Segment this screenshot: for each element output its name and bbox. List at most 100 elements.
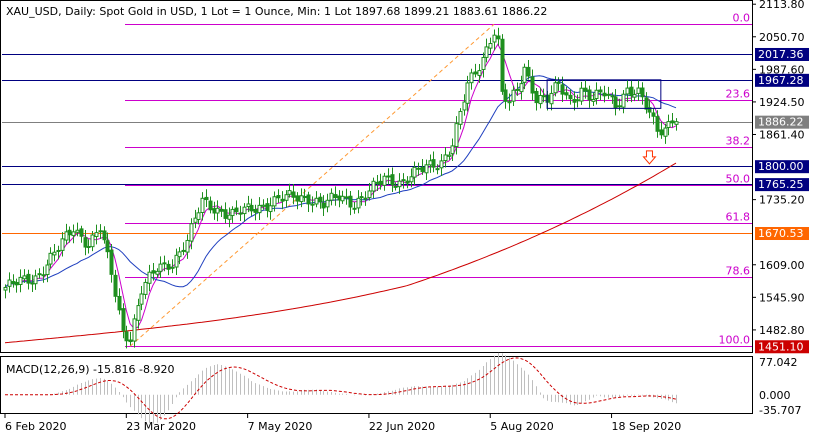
candle-body <box>48 252 53 265</box>
candle-body <box>549 92 554 105</box>
candle-body <box>500 38 505 92</box>
candle-body <box>268 205 273 213</box>
candle-body <box>242 206 247 215</box>
moving-averages-layer <box>4 43 677 344</box>
candle-body <box>613 96 618 108</box>
candle-body <box>492 34 497 43</box>
candle-body <box>204 196 209 201</box>
candle-body <box>261 204 266 207</box>
macd-tick-label: 0.000 <box>759 389 791 402</box>
price-tick-label: 1545.90 <box>759 291 805 304</box>
candle-body <box>416 167 421 170</box>
candle-body <box>291 191 296 198</box>
level-label: 1967.28 <box>758 74 804 87</box>
candle-body <box>625 87 630 95</box>
candle-body <box>621 93 626 108</box>
level-label: 1670.53 <box>758 227 804 240</box>
candle-body <box>208 200 213 211</box>
candle-body <box>67 229 72 236</box>
candle-body <box>75 229 80 233</box>
candle-body <box>363 197 368 200</box>
candle-body <box>560 84 565 95</box>
candle-body <box>230 208 235 217</box>
price-tick-label: 2050.70 <box>759 31 805 44</box>
price-chart: 0.0 23.6 38.2 50.0 61.8 78.6 100.0 2113.80 2050… <box>0 0 809 433</box>
candle-body <box>382 175 387 186</box>
candle-body <box>333 194 338 199</box>
candle-body <box>477 70 482 76</box>
candle-body <box>71 231 76 237</box>
candle-body <box>583 87 588 92</box>
level-label: 1886.22 <box>758 116 804 129</box>
candle-body <box>56 249 61 252</box>
candle-body <box>617 105 622 108</box>
candle-body <box>310 203 315 206</box>
candle-body <box>257 204 262 214</box>
candle-body <box>22 275 27 280</box>
candle-body <box>352 207 357 210</box>
candle-body <box>439 160 444 169</box>
candle-body <box>158 263 163 272</box>
date-axis: 6 Feb 2020 23 Mar 2020 7 May 2020 22 Jun 20… <box>4 414 681 433</box>
candle-body <box>306 194 311 205</box>
candle-body <box>587 89 592 101</box>
candle-body <box>132 318 137 342</box>
candle-body <box>280 198 285 202</box>
candle-body <box>386 175 391 178</box>
candle-body <box>575 99 580 102</box>
candle-body <box>469 72 474 84</box>
candle-body <box>302 196 307 199</box>
date-tick-label: 23 Mar 2020 <box>126 420 196 433</box>
candle-body <box>295 195 300 202</box>
candle-body <box>371 180 376 192</box>
candle-body <box>496 35 501 40</box>
candle-body <box>166 263 171 270</box>
candle-body <box>234 207 239 213</box>
candle-body <box>663 127 668 137</box>
candle-body <box>98 230 103 233</box>
candle-body <box>200 197 205 214</box>
candle-body <box>340 195 345 202</box>
candle-body <box>640 87 645 98</box>
candle-body <box>447 154 452 157</box>
candle-body <box>526 66 531 77</box>
chart-window: 0.0 23.6 38.2 50.0 61.8 78.6 100.0 2113.80 2050… <box>0 0 822 438</box>
candle-body <box>83 237 88 248</box>
candle-body <box>367 190 372 199</box>
candle-body <box>594 89 599 100</box>
candle-body <box>435 168 440 171</box>
candle-body <box>325 199 330 208</box>
candle-body <box>473 71 478 75</box>
candle-body <box>318 196 323 203</box>
candle-body <box>556 81 561 84</box>
candle-body <box>117 295 122 311</box>
candle-body <box>60 238 65 251</box>
candle-body <box>458 110 463 125</box>
candle-body <box>155 270 160 275</box>
price-tick-label: 1482.80 <box>759 324 805 337</box>
candle-body <box>136 305 141 321</box>
candle-body <box>670 120 675 124</box>
candle-body <box>7 279 12 287</box>
fib-level-label: 100.0 <box>719 334 751 347</box>
price-tick-label: 2113.80 <box>759 0 805 11</box>
level-label: 1765.25 <box>758 178 804 191</box>
candle-body <box>450 145 455 155</box>
instrument-header: XAU_USD, Daily: Spot Gold in USD, 1 Lot … <box>6 5 547 18</box>
candle-body <box>632 94 637 98</box>
level-label: 2017.36 <box>758 48 804 61</box>
candle-body <box>431 159 436 168</box>
fibonacci-layer: 0.0 23.6 38.2 50.0 61.8 78.6 100.0 <box>125 12 752 347</box>
candle-body <box>105 240 110 253</box>
fib-level-label: 38.2 <box>726 135 751 148</box>
candle-body <box>143 281 148 295</box>
candle-body <box>109 249 114 275</box>
macd-tick-label: 77.042 <box>759 356 798 369</box>
price-tick-label: 1735.20 <box>759 194 805 207</box>
candle-body <box>314 197 319 205</box>
candle-body <box>359 196 364 199</box>
candle-body <box>249 204 254 212</box>
candle-body <box>348 195 353 208</box>
candle-body <box>666 121 671 128</box>
candle-body <box>465 82 470 104</box>
